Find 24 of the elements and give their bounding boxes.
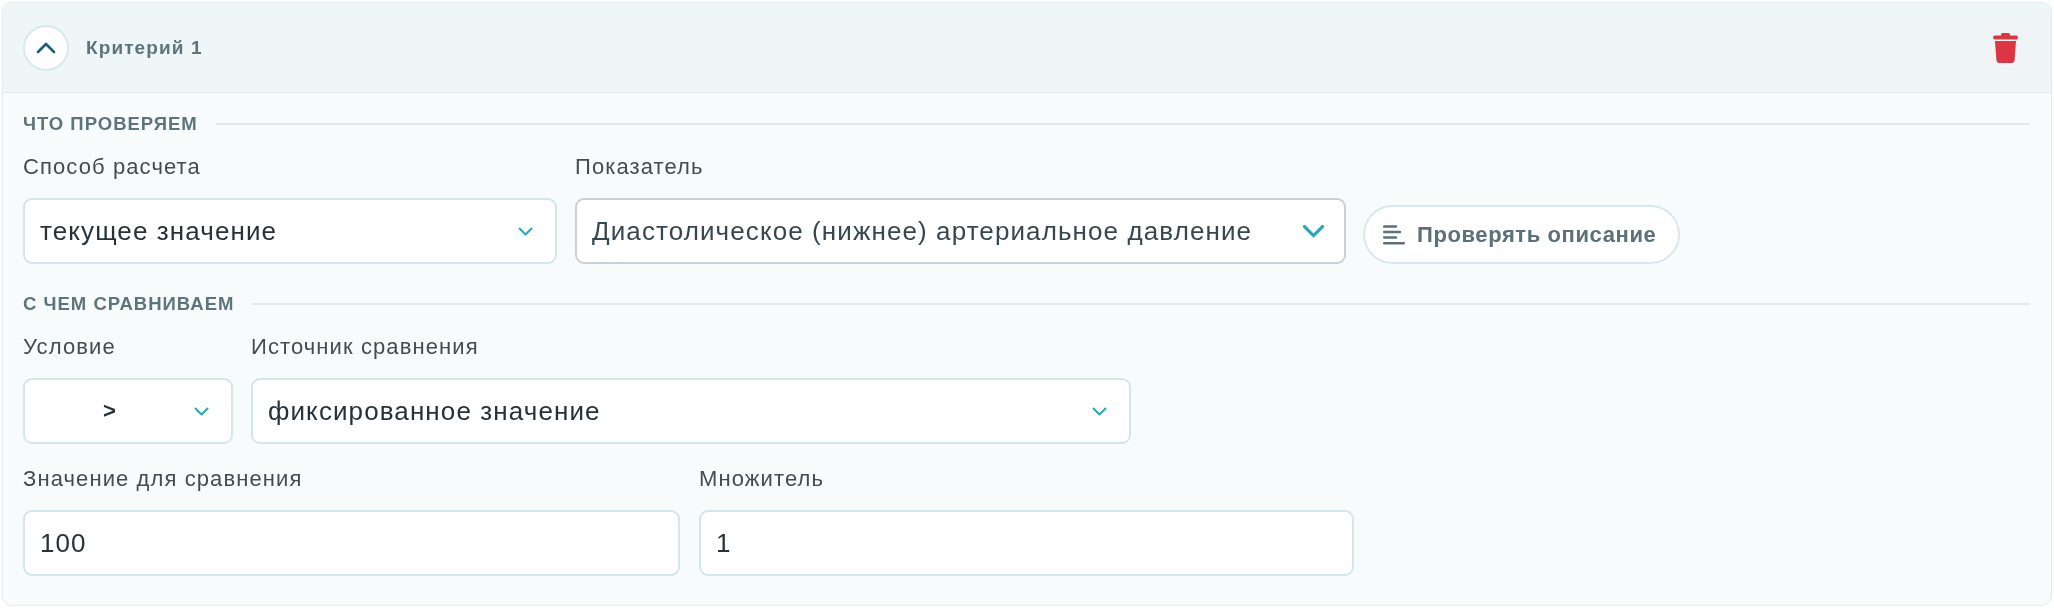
select-field[interactable]: фиксированное значение [251, 378, 1131, 444]
field-label: Показатель [575, 154, 705, 180]
chevron-up-icon [36, 41, 56, 54]
criterion-title: Критерий 1 [86, 36, 203, 59]
select-field[interactable]: текущее значение [23, 198, 557, 264]
select-field[interactable]: > [23, 378, 233, 444]
field-label: Способ расчета [23, 154, 202, 180]
input-field[interactable]: 100 [23, 510, 680, 576]
field-label: Условие [23, 334, 117, 360]
field-label: Множитель [699, 466, 825, 492]
section-heading: ЧТО ПРОВЕРЯЕМ [23, 113, 198, 135]
chevron-down-icon [1302, 224, 1325, 238]
trash-icon [1992, 32, 2018, 63]
field-label: Источник сравнения [251, 334, 480, 360]
describe-button[interactable]: Проверять описание [1363, 205, 1681, 264]
collapse-button[interactable] [23, 24, 69, 71]
text-lines-icon [1383, 224, 1405, 245]
select-field[interactable]: Диастолическое (нижнее) артериальное давление [575, 198, 1346, 264]
input-field[interactable]: 1 [699, 510, 1354, 576]
section-heading: С ЧЕМ СРАВНИВАЕМ [23, 293, 235, 315]
chevron-down-icon [518, 226, 533, 236]
chevron-down-icon [194, 406, 209, 416]
field-label: Значение для сравнения [23, 466, 304, 492]
chevron-down-icon [1092, 406, 1107, 416]
